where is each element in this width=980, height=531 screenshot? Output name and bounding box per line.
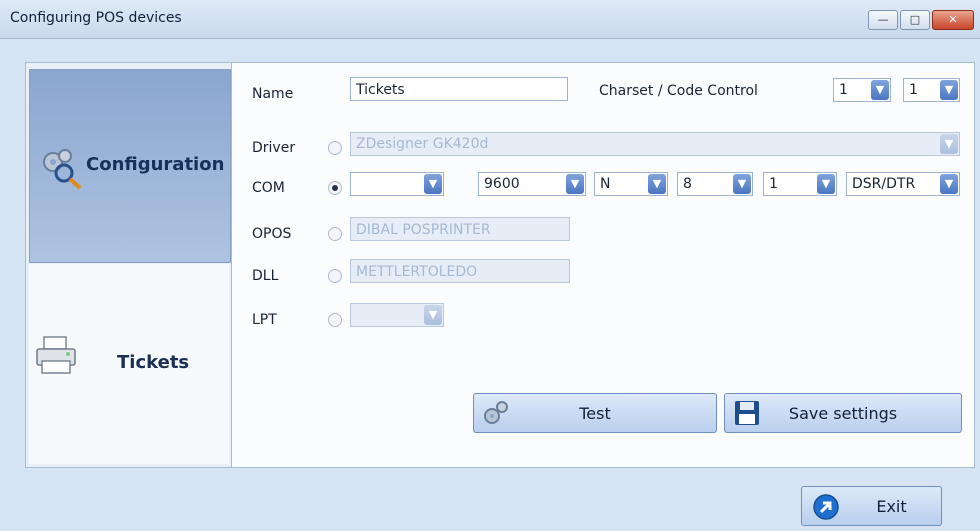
chevron-down-icon: ▼ [940,134,958,154]
flow-control-select[interactable]: DSR/DTR ▼ [846,172,960,196]
lpt-label: LPT [252,312,277,328]
charset-value: 1 [839,82,848,98]
chevron-down-icon: ▼ [871,80,889,100]
chevron-down-icon: ▼ [424,305,442,325]
opos-input[interactable]: DIBAL POSPRINTER [350,217,570,241]
databits-select[interactable]: 8 ▼ [677,172,753,196]
exit-button[interactable]: Exit [801,486,942,526]
minimize-button[interactable]: — [868,10,898,30]
com-port-select[interactable]: ▼ [350,172,444,196]
code-control-select[interactable]: 1 ▼ [903,78,960,102]
pos-config-window: Configuring POS devices — □ ✕ Configurat… [0,0,980,531]
lpt-select[interactable]: ▼ [350,303,444,327]
name-input[interactable]: Tickets [350,77,568,101]
dll-radio[interactable] [328,269,342,283]
com-label: COM [252,180,285,196]
stopbits-value: 1 [769,176,778,192]
maximize-button[interactable]: □ [900,10,930,30]
stopbits-select[interactable]: 1 ▼ [763,172,837,196]
test-button-label: Test [579,404,611,423]
chevron-down-icon: ▼ [648,174,666,194]
title-bar: Configuring POS devices — □ ✕ [0,0,980,39]
window-controls: — □ ✕ [868,10,974,30]
lpt-radio[interactable] [328,313,342,327]
databits-value: 8 [683,176,692,192]
parity-value: N [600,176,611,192]
parity-select[interactable]: N ▼ [594,172,668,196]
charset-select[interactable]: 1 ▼ [833,78,891,102]
driver-select[interactable]: ZDesigner GK420d ▼ [350,132,960,156]
window-title: Configuring POS devices [10,10,182,26]
com-radio[interactable] [328,181,342,195]
chevron-down-icon: ▼ [817,174,835,194]
chevron-down-icon: ▼ [566,174,584,194]
flow-control-value: DSR/DTR [852,176,916,192]
baud-select[interactable]: 9600 ▼ [478,172,586,196]
save-settings-label: Save settings [788,404,898,423]
tab-tickets-label: Tickets [117,352,190,373]
charset-label: Charset / Code Control [599,83,758,99]
exit-button-label: Exit [876,497,907,516]
dll-input[interactable]: METTLERTOLEDO [350,259,570,283]
name-label: Name [252,86,294,102]
driver-radio[interactable] [328,141,342,155]
chevron-down-icon: ▼ [733,174,751,194]
gears-magnifier-icon [43,149,82,190]
test-button[interactable]: Test [473,393,717,433]
chevron-down-icon: ▼ [940,80,958,100]
tab-configuration[interactable]: Configuration [29,69,231,263]
exit-arrow-icon [813,494,839,520]
baud-value: 9600 [484,176,520,192]
close-button[interactable]: ✕ [932,10,974,30]
code-control-value: 1 [909,82,918,98]
driver-label: Driver [252,140,296,156]
driver-value: ZDesigner GK420d [356,136,489,152]
opos-radio[interactable] [328,227,342,241]
chevron-down-icon: ▼ [940,174,958,194]
chevron-down-icon: ▼ [424,174,442,194]
save-settings-button[interactable]: Save settings [724,393,962,433]
tab-configuration-label: Configuration [86,154,225,175]
tab-tickets[interactable]: Tickets [29,264,229,464]
dll-label: DLL [252,268,279,284]
opos-label: OPOS [252,226,292,242]
printer-icon [36,336,76,374]
